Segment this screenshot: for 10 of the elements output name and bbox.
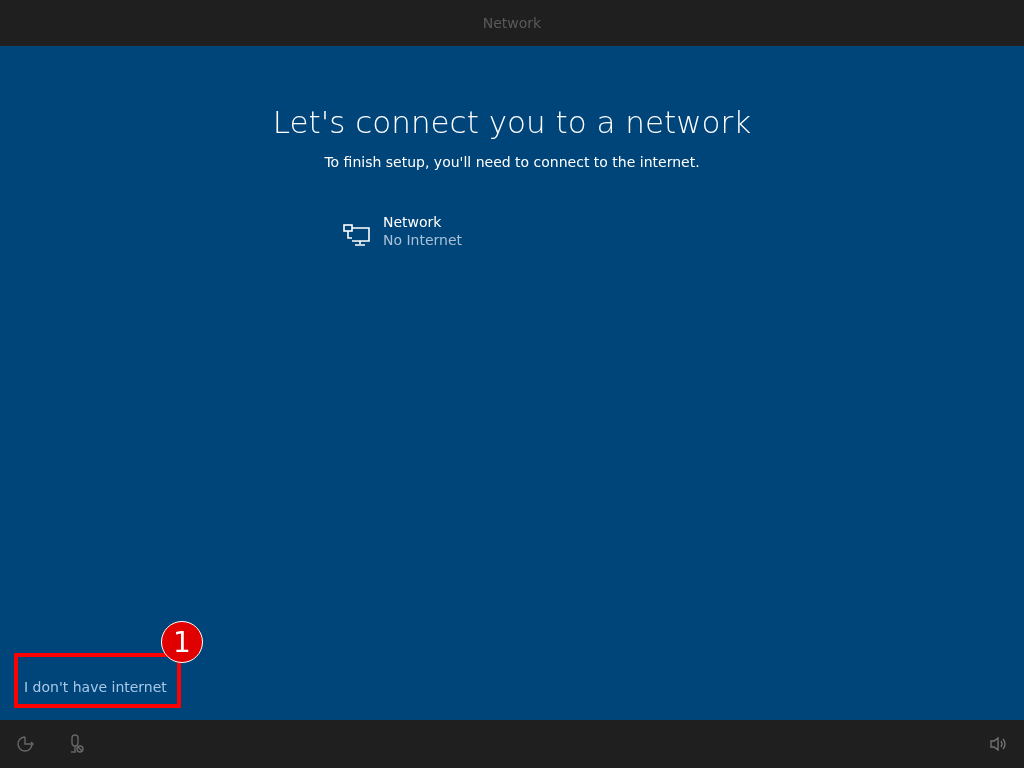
no-internet-link[interactable]: I don't have internet: [24, 679, 167, 695]
speaker-icon[interactable]: [990, 736, 1008, 752]
page-subtitle: To finish setup, you'll need to connect to the internet.: [324, 154, 700, 170]
ease-of-access-icon[interactable]: [16, 734, 36, 754]
page-heading: Let's connect you to a network: [272, 104, 752, 140]
network-status: No Internet: [383, 232, 463, 248]
network-item[interactable]: Network No Internet: [343, 210, 503, 252]
step-badge: 1: [160, 621, 203, 663]
network-name: Network: [383, 214, 443, 230]
ethernet-icon: [343, 224, 371, 246]
